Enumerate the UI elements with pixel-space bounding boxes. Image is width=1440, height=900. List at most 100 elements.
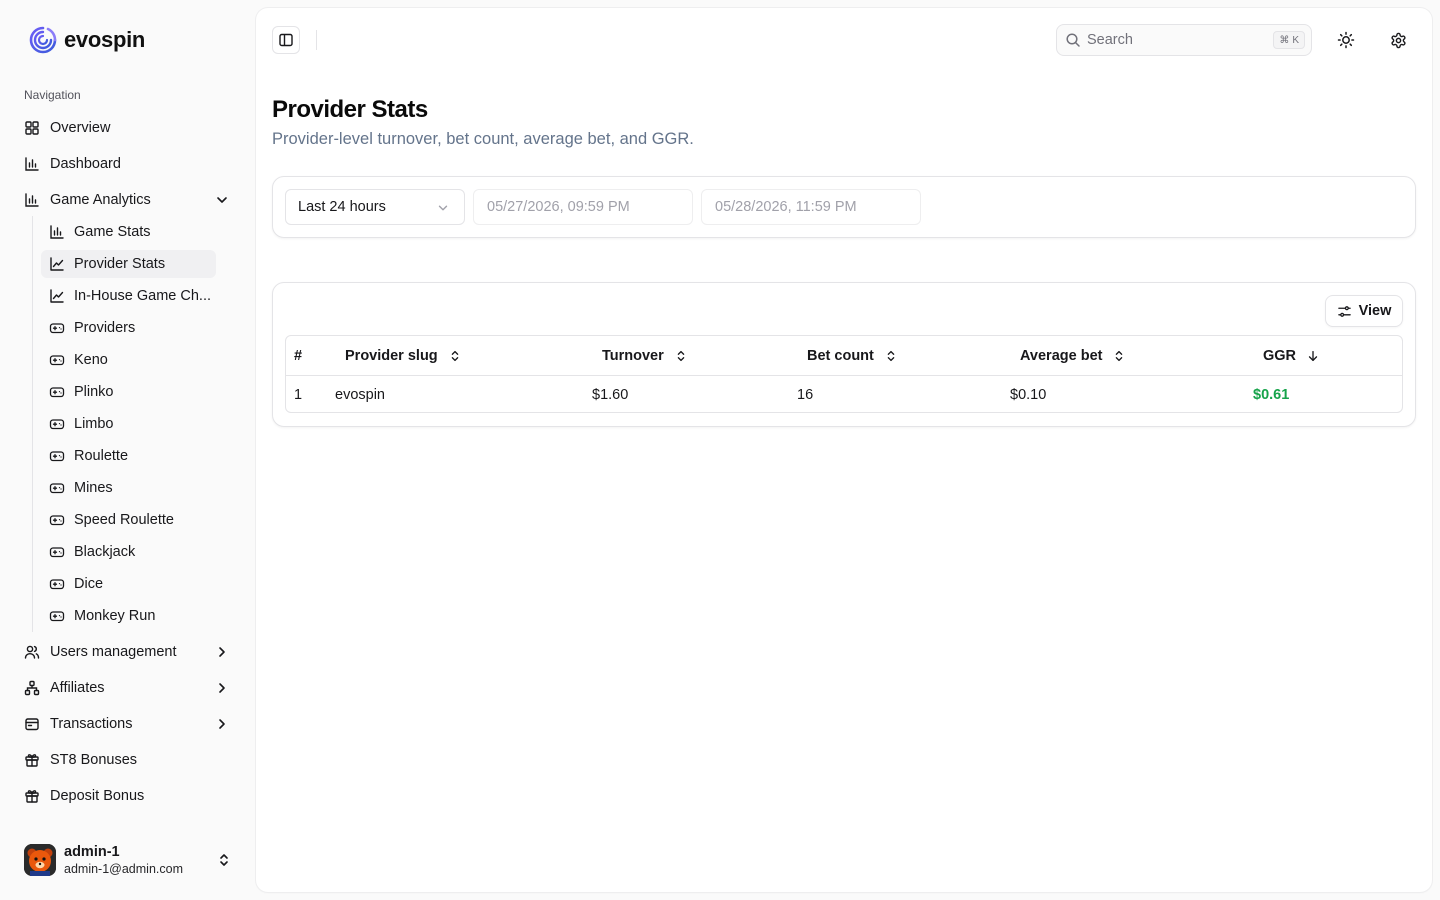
sidebar-item-affiliates[interactable]: Affiliates xyxy=(16,672,240,704)
sidebar-subitem-blackjack[interactable]: Blackjack xyxy=(41,538,216,566)
main-panel: Search ⌘ K Provider Stats Provider-level… xyxy=(256,8,1432,892)
sidebar-subitem-label: Dice xyxy=(74,576,104,592)
user-email: admin-1@admin.com xyxy=(64,861,183,876)
column-header-provider-slug[interactable]: Provider slug xyxy=(345,336,462,375)
sliders-icon xyxy=(1337,305,1351,317)
gamepad-icon xyxy=(49,451,65,462)
sidebar-item-overview[interactable]: Overview xyxy=(16,112,240,144)
view-button-label: View xyxy=(1358,303,1392,319)
arrow-down-icon xyxy=(1308,350,1318,361)
sidebar-toggle-button[interactable] xyxy=(272,26,300,54)
sidebar-subitem-game-stats[interactable]: Game Stats xyxy=(41,218,216,246)
start-datetime-field[interactable]: 05/27/2026, 09:59 PM xyxy=(473,189,693,225)
sidebar-subitem-in-house-game-charts[interactable]: In-House Game Ch... xyxy=(41,282,216,310)
submenu-guide-line xyxy=(32,216,33,632)
bar-chart-icon xyxy=(25,157,39,171)
line-chart-icon xyxy=(50,289,64,303)
sidebar-subitem-provider-stats[interactable]: Provider Stats xyxy=(41,250,216,278)
sidebar-subitem-monkey-run[interactable]: Monkey Run xyxy=(41,602,216,630)
sidebar-subitem-label: Plinko xyxy=(74,384,114,400)
gamepad-icon xyxy=(49,483,65,494)
end-datetime-value: 05/28/2026, 11:59 PM xyxy=(715,199,857,215)
column-header-average-bet[interactable]: Average bet xyxy=(1020,336,1126,375)
gamepad-icon xyxy=(49,387,65,398)
column-header-label: Bet count xyxy=(807,347,874,364)
sidebar-subitem-label: Providers xyxy=(74,320,136,336)
sort-icon xyxy=(887,350,895,361)
sidebar-item-game-analytics[interactable]: Game Analytics xyxy=(16,184,240,216)
sidebar-subitem-label: Game Stats xyxy=(74,224,151,240)
sidebar-item-transactions[interactable]: Transactions xyxy=(16,708,240,740)
table-header-row: # Provider slug Turnover Bet count Avera… xyxy=(286,336,1402,376)
brand-name: evospin xyxy=(64,27,146,52)
wallet-icon xyxy=(25,718,39,731)
end-datetime-field[interactable]: 05/28/2026, 11:59 PM xyxy=(701,189,921,225)
chevrons-up-down-icon xyxy=(220,854,228,866)
column-header-ggr[interactable]: GGR xyxy=(1263,336,1320,375)
sidebar-item-deposit-bonus[interactable]: Deposit Bonus xyxy=(16,780,240,812)
cell-bet-count: 16 xyxy=(797,386,814,403)
brand-logo[interactable]: evospin xyxy=(28,24,145,56)
search-shortcut-badge: ⌘ K xyxy=(1273,31,1305,49)
gamepad-icon xyxy=(49,355,65,366)
gamepad-icon xyxy=(49,547,65,558)
sidebar-item-label: Dashboard xyxy=(50,156,121,172)
search-placeholder: Search xyxy=(1087,32,1133,48)
sort-icon xyxy=(677,350,685,361)
sidebar-subitem-roulette[interactable]: Roulette xyxy=(41,442,216,470)
sidebar-subitem-label: Blackjack xyxy=(74,544,136,560)
start-datetime-value: 05/27/2026, 09:59 PM xyxy=(487,199,630,215)
search-input[interactable]: Search ⌘ K xyxy=(1056,24,1312,56)
column-header-bet-count[interactable]: Bet count xyxy=(807,336,898,375)
sidebar-subitem-plinko[interactable]: Plinko xyxy=(41,378,216,406)
table-row[interactable]: 1 evospin $1.60 16 $0.10 $0.61 xyxy=(286,376,1402,412)
bar-chart-icon xyxy=(50,225,64,239)
sidebar-subitem-dice[interactable]: Dice xyxy=(41,570,216,598)
sidebar-item-label: Transactions xyxy=(50,716,133,732)
gamepad-icon xyxy=(49,579,65,590)
sidebar-item-users-management[interactable]: Users management xyxy=(16,636,240,668)
sidebar-subitem-label: Mines xyxy=(74,480,113,496)
column-header-label: Average bet xyxy=(1020,347,1103,364)
sidebar-item-label: ST8 Bonuses xyxy=(50,752,138,768)
evospin-swirl-icon xyxy=(29,26,57,54)
avatar xyxy=(24,844,56,876)
grid-icon xyxy=(25,121,39,135)
settings-button[interactable] xyxy=(1384,26,1412,54)
sidebar-subitem-limbo[interactable]: Limbo xyxy=(41,410,216,438)
search-icon xyxy=(1066,33,1080,47)
command-key-symbol: ⌘ xyxy=(1279,34,1290,46)
sun-icon xyxy=(1337,31,1355,49)
sidebar-item-st8-bonuses[interactable]: ST8 Bonuses xyxy=(16,744,240,776)
cell-ggr: $0.61 xyxy=(1253,386,1290,403)
sidebar-subitem-label: Limbo xyxy=(74,416,114,432)
chevron-right-icon xyxy=(219,719,225,729)
chevron-down-icon xyxy=(438,205,448,211)
cell-provider-slug: evospin xyxy=(335,386,385,403)
column-header-label: GGR xyxy=(1263,347,1297,364)
column-header-turnover[interactable]: Turnover xyxy=(602,336,688,375)
chevron-down-icon xyxy=(217,197,227,203)
sidebar-subitem-label: In-House Game Ch... xyxy=(74,288,211,304)
sidebar-subitem-label: Monkey Run xyxy=(74,608,156,624)
sidebar-subitem-label: Provider Stats xyxy=(74,256,166,272)
page-subtitle: Provider-level turnover, bet count, aver… xyxy=(272,130,694,148)
sidebar-subitem-providers[interactable]: Providers xyxy=(41,314,216,342)
sidebar-subitem-mines[interactable]: Mines xyxy=(41,474,216,502)
sidebar-item-label: Game Analytics xyxy=(50,192,151,208)
sort-icon xyxy=(451,350,458,361)
view-options-button[interactable]: View xyxy=(1325,295,1403,327)
user-menu[interactable]: admin-1 admin-1@admin.com xyxy=(16,836,240,884)
date-range-select[interactable]: Last 24 hours xyxy=(285,189,465,225)
sort-icon xyxy=(1116,350,1123,361)
line-chart-icon xyxy=(50,257,64,271)
cell-turnover: $1.60 xyxy=(592,386,629,403)
gamepad-icon xyxy=(49,419,65,430)
sidebar-subitem-speed-roulette[interactable]: Speed Roulette xyxy=(41,506,216,534)
sidebar-subitem-keno[interactable]: Keno xyxy=(41,346,216,374)
sidebar-subitem-label: Keno xyxy=(74,352,108,368)
sidebar-item-dashboard[interactable]: Dashboard xyxy=(16,148,240,180)
gamepad-icon xyxy=(49,611,65,622)
theme-toggle-button[interactable] xyxy=(1332,26,1360,54)
gear-icon xyxy=(1390,32,1406,48)
